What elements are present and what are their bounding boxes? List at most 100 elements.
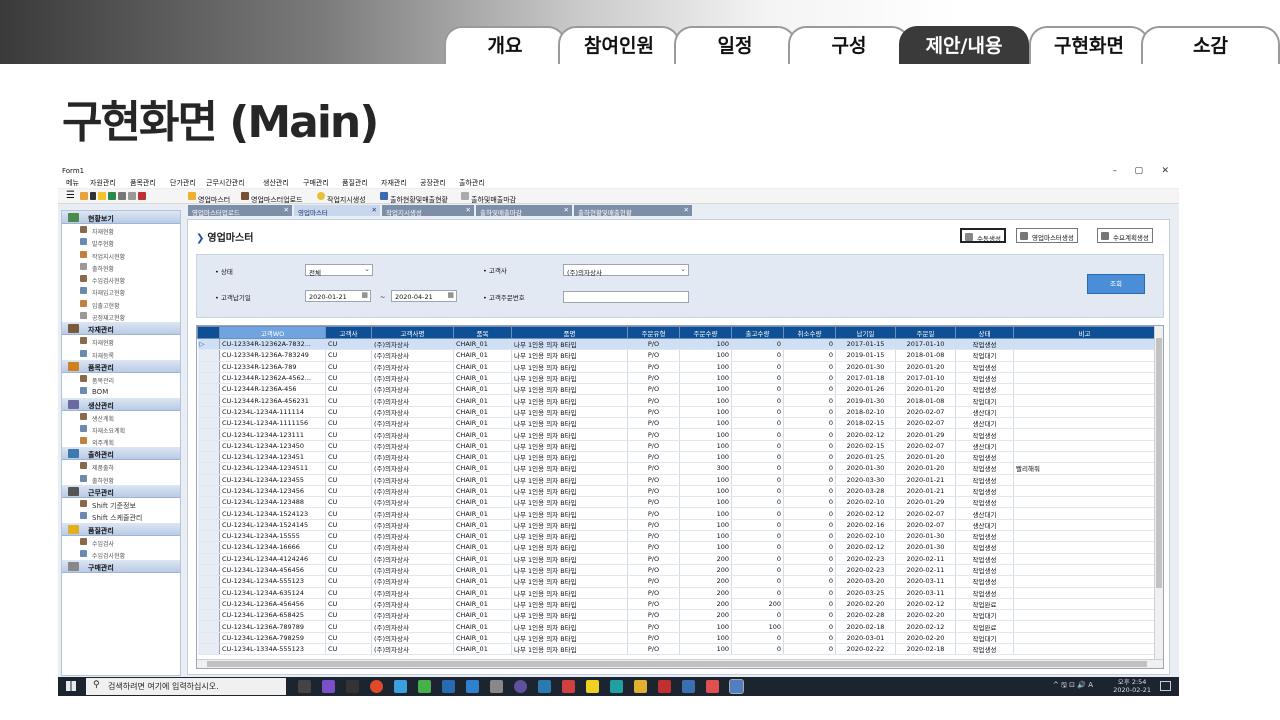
table-cell[interactable]: 0 bbox=[731, 440, 784, 452]
table-cell[interactable]: 작업생성 bbox=[955, 541, 1014, 554]
table-cell[interactable]: 0 bbox=[731, 417, 784, 430]
table-cell[interactable]: 100 bbox=[679, 496, 732, 509]
windows-start-icon[interactable] bbox=[66, 681, 76, 691]
table-row[interactable]: CU-1234L-1234A-123111 CU (주)의자상사 CHAIR_01 나무… bbox=[197, 428, 1156, 441]
table-row[interactable]: CU-12344R-1236A-456 CU (주)의자상사 CHAIR_01 나무 1… bbox=[197, 383, 1156, 396]
order-no-input[interactable] bbox=[563, 291, 689, 303]
table-row[interactable]: CU-1234L-1234A-1111156 CU (주)의자상사 CHAIR_01 나… bbox=[197, 417, 1156, 430]
column-header[interactable]: 주문유형 bbox=[627, 326, 680, 339]
table-cell[interactable]: 나무 1인용 의자 B타입 bbox=[511, 507, 628, 520]
table-cell[interactable]: CU-1234L-1234A-123111 bbox=[219, 428, 326, 441]
table-cell[interactable]: 100 bbox=[679, 541, 732, 554]
table-cell[interactable]: 0 bbox=[731, 485, 784, 498]
menu-item[interactable]: 근무시간관리 bbox=[206, 178, 245, 188]
table-cell[interactable]: 작업생성 bbox=[955, 451, 1014, 464]
table-cell[interactable]: 나무 1인용 의자 B타입 bbox=[511, 485, 628, 498]
row-header[interactable] bbox=[197, 587, 220, 599]
table-cell[interactable]: CU bbox=[325, 338, 372, 351]
table-cell[interactable]: (주)의자상사 bbox=[371, 507, 454, 520]
table-cell[interactable]: CU bbox=[325, 598, 372, 611]
table-cell[interactable] bbox=[1013, 587, 1156, 599]
form-app-icon[interactable] bbox=[729, 679, 744, 694]
table-cell[interactable]: CU bbox=[325, 349, 372, 362]
table-cell[interactable]: 2020-02-20 bbox=[895, 632, 956, 645]
due-date-from[interactable]: 2020-01-21 ▦ bbox=[305, 290, 371, 302]
current-row-icon[interactable]: ▷ bbox=[197, 338, 220, 351]
row-header[interactable] bbox=[197, 406, 220, 419]
table-cell[interactable]: 300 bbox=[679, 462, 732, 475]
table-cell[interactable]: (주)의자상사 bbox=[371, 575, 454, 588]
table-cell[interactable]: P/O bbox=[627, 417, 680, 430]
table-cell[interactable]: CU-1234L-1236A-798259 bbox=[219, 632, 326, 645]
column-header[interactable]: 품명 bbox=[511, 326, 628, 339]
table-cell[interactable]: 0 bbox=[731, 496, 784, 509]
table-cell[interactable]: 0 bbox=[783, 519, 836, 532]
table-cell[interactable]: 100 bbox=[731, 620, 784, 633]
app-icon[interactable] bbox=[706, 680, 719, 693]
table-cell[interactable]: 0 bbox=[783, 474, 836, 486]
table-cell[interactable]: 200 bbox=[731, 598, 784, 611]
column-header[interactable]: 주문일 bbox=[895, 326, 956, 339]
table-row[interactable]: CU-1234L-1234A-123450 CU (주)의자상사 CHAIR_01 나무… bbox=[197, 440, 1156, 452]
table-cell[interactable]: 100 bbox=[679, 406, 732, 419]
table-cell[interactable]: 2020-02-23 bbox=[835, 553, 896, 565]
menu-item[interactable]: 메뉴 bbox=[66, 178, 79, 188]
table-cell[interactable]: 0 bbox=[731, 553, 784, 565]
table-cell[interactable]: 나무 1인용 의자 B타입 bbox=[511, 553, 628, 565]
table-row[interactable]: CU-12334R-1236A-789 CU (주)의자상사 CHAIR_01 나무 1… bbox=[197, 361, 1156, 373]
table-row[interactable]: CU-1234L-1234A-635124 CU (주)의자상사 CHAIR_01 나무… bbox=[197, 587, 1156, 599]
table-cell[interactable]: 0 bbox=[783, 575, 836, 588]
table-cell[interactable]: 나무 1인용 의자 B타입 bbox=[511, 519, 628, 532]
table-cell[interactable]: 2020-01-26 bbox=[835, 383, 896, 396]
row-header[interactable] bbox=[197, 598, 220, 611]
close-button[interactable]: ✕ bbox=[1161, 166, 1169, 176]
table-cell[interactable] bbox=[1013, 598, 1156, 611]
table-cell[interactable]: (주)의자상사 bbox=[371, 587, 454, 599]
table-cell[interactable]: 작업생성 bbox=[955, 564, 1014, 577]
table-cell[interactable]: 0 bbox=[731, 428, 784, 441]
scroll-thumb[interactable] bbox=[207, 661, 1147, 667]
table-cell[interactable]: 0 bbox=[731, 507, 784, 520]
table-cell[interactable]: 2020-02-07 bbox=[895, 507, 956, 520]
doc-tab[interactable]: 출하및매출마감 ✕ bbox=[476, 205, 572, 217]
table-cell[interactable]: 작업대기 bbox=[955, 394, 1014, 407]
table-cell[interactable]: 100 bbox=[679, 530, 732, 543]
table-cell[interactable]: 나무 1인용 의자 B타입 bbox=[511, 564, 628, 577]
table-cell[interactable]: 생산대기 bbox=[955, 440, 1014, 452]
table-cell[interactable]: CHAIR_01 bbox=[453, 507, 512, 520]
table-cell[interactable]: 0 bbox=[783, 417, 836, 430]
table-cell[interactable]: 0 bbox=[783, 530, 836, 543]
menu-item[interactable]: 품질관리 bbox=[342, 178, 368, 188]
table-cell[interactable] bbox=[1013, 609, 1156, 622]
table-cell[interactable]: 0 bbox=[783, 496, 836, 509]
table-cell[interactable]: 생산대기 bbox=[955, 406, 1014, 419]
menu-item[interactable]: 단가관리 bbox=[170, 178, 196, 188]
table-cell[interactable]: P/O bbox=[627, 372, 680, 385]
notification-icon[interactable] bbox=[1160, 681, 1171, 691]
table-cell[interactable]: 100 bbox=[679, 428, 732, 441]
sidebar-item[interactable]: 출하현황 bbox=[62, 261, 180, 273]
table-cell[interactable]: 2020-01-30 bbox=[835, 361, 896, 373]
menu-item[interactable]: 공장관리 bbox=[420, 178, 446, 188]
table-cell[interactable]: (주)의자상사 bbox=[371, 462, 454, 475]
row-header[interactable] bbox=[197, 349, 220, 362]
table-cell[interactable]: (주)의자상사 bbox=[371, 620, 454, 633]
table-cell[interactable]: CHAIR_01 bbox=[453, 496, 512, 509]
table-cell[interactable]: CU bbox=[325, 462, 372, 475]
table-cell[interactable]: CU bbox=[325, 372, 372, 385]
table-cell[interactable]: 생산대기 bbox=[955, 519, 1014, 532]
table-cell[interactable]: CU-12344R-12362A-4562... bbox=[219, 372, 326, 385]
row-header[interactable] bbox=[197, 485, 220, 498]
table-cell[interactable]: CHAIR_01 bbox=[453, 530, 512, 543]
column-header[interactable]: 비고 bbox=[1013, 326, 1156, 339]
app-icon[interactable] bbox=[442, 680, 455, 693]
table-cell[interactable]: 나무 1인용 의자 B타입 bbox=[511, 496, 628, 509]
table-cell[interactable]: 작업생성 bbox=[955, 575, 1014, 588]
table-cell[interactable]: 200 bbox=[679, 553, 732, 565]
sidebar-item[interactable]: 자재현황 bbox=[62, 335, 180, 347]
table-cell[interactable]: CHAIR_01 bbox=[453, 451, 512, 464]
visual-studio-icon[interactable] bbox=[322, 680, 335, 693]
table-cell[interactable]: CU-1234L-1234A-16666 bbox=[219, 541, 326, 554]
table-cell[interactable]: 작업생성 bbox=[955, 496, 1014, 509]
table-cell[interactable]: (주)의자상사 bbox=[371, 394, 454, 407]
